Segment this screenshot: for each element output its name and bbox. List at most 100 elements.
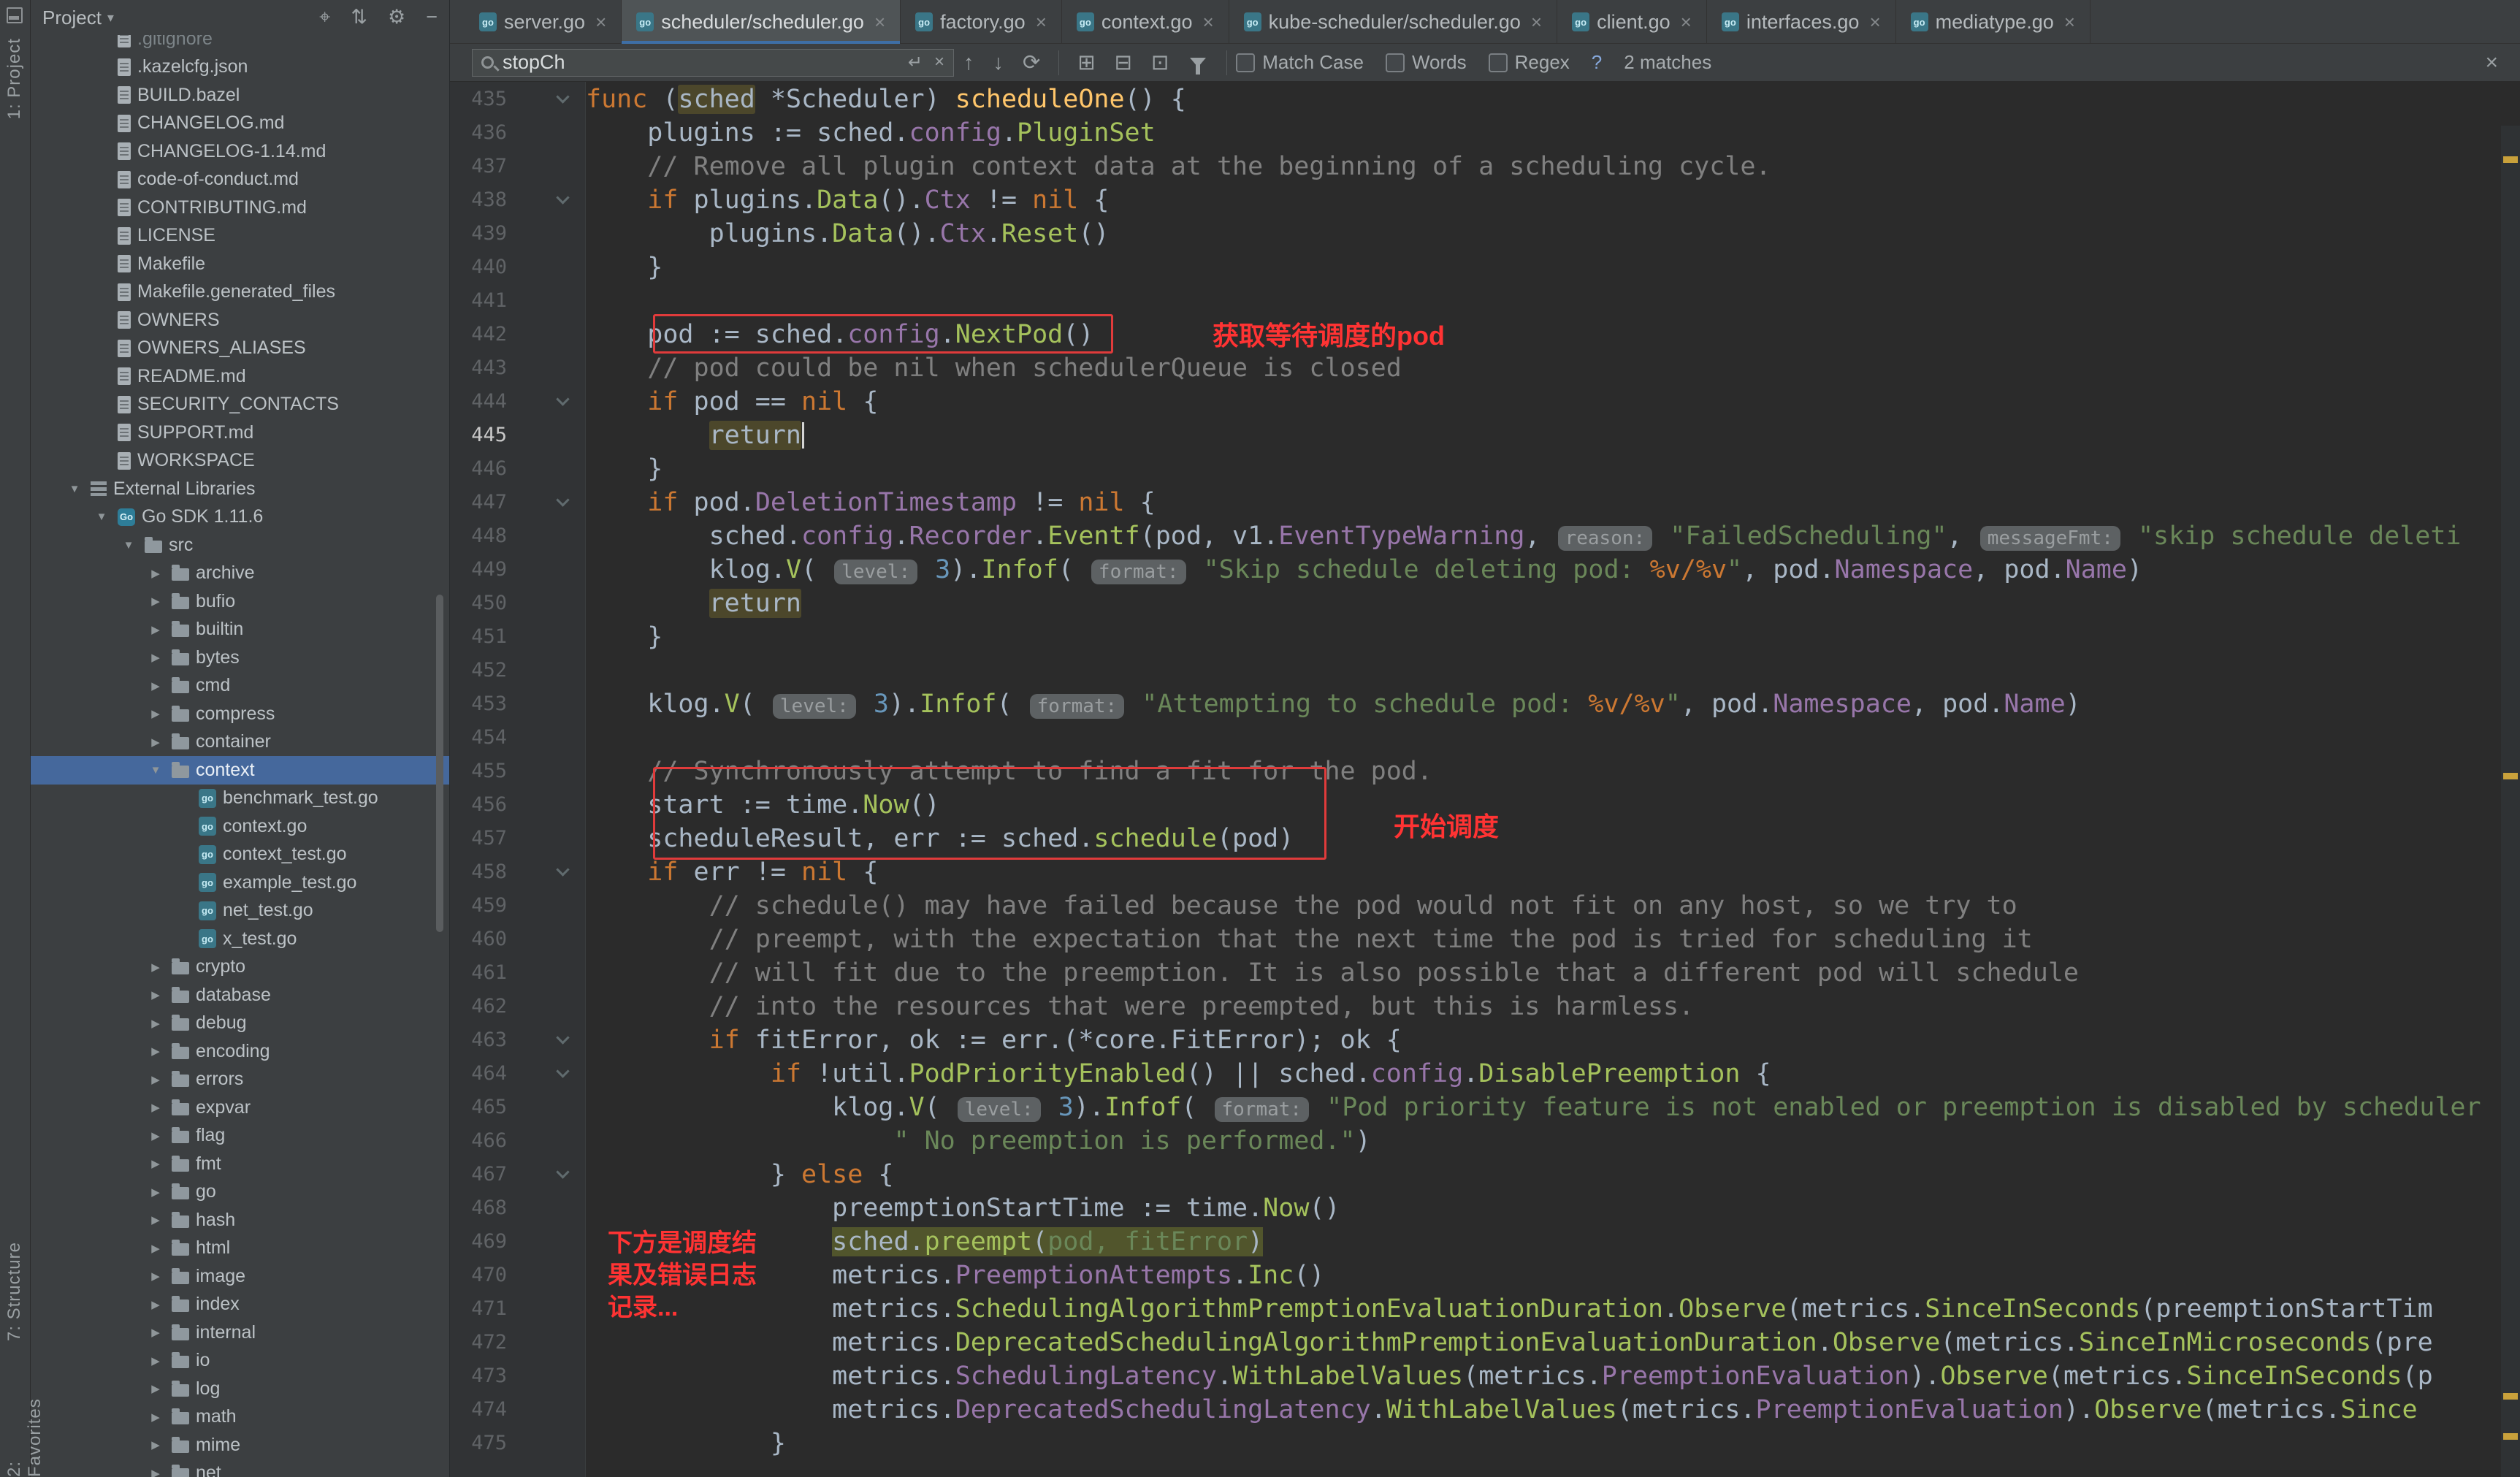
editor-tab-interfaces.go[interactable]: gointerfaces.go×	[1707, 0, 1896, 44]
settings-gear-icon[interactable]: ⚙	[388, 6, 405, 29]
expand-arrow-icon[interactable]: ▶	[146, 1467, 165, 1477]
regex-checkbox[interactable]: Regex	[1489, 51, 1570, 74]
fold-chevron-icon[interactable]	[556, 1165, 569, 1178]
tree-item-net_test.go[interactable]: gonet_test.go	[31, 897, 449, 925]
expand-arrow-icon[interactable]: ▶	[146, 567, 165, 580]
code-line-450[interactable]: 450 return	[450, 587, 2520, 620]
tree-item-html[interactable]: ▶html	[31, 1234, 449, 1263]
code-line-466[interactable]: 466 " No preemption is performed.")	[450, 1124, 2520, 1158]
tree-item-SUPPORT.md[interactable]: SUPPORT.md	[31, 419, 449, 447]
tree-item-container[interactable]: ▶container	[31, 728, 449, 757]
close-tab-icon[interactable]: ×	[2064, 11, 2075, 34]
code-line-443[interactable]: 443 // pod could be nil when schedulerQu…	[450, 351, 2520, 385]
expand-arrow-icon[interactable]: ▶	[146, 1045, 165, 1058]
tree-item-bufio[interactable]: ▶bufio	[31, 587, 449, 616]
tree-item-CHANGELOG-1.14.md[interactable]: CHANGELOG-1.14.md	[31, 137, 449, 166]
close-tab-icon[interactable]: ×	[1681, 11, 1692, 34]
expand-arrow-icon[interactable]: ▶	[146, 707, 165, 720]
expand-arrow-icon[interactable]: ▶	[146, 651, 165, 664]
expand-arrow-icon[interactable]: ▶	[146, 1298, 165, 1311]
expand-arrow-icon[interactable]: ▼	[65, 483, 84, 495]
tree-item-context[interactable]: ▼context	[31, 756, 449, 785]
close-tab-icon[interactable]: ×	[1869, 11, 1880, 34]
error-stripe-mark[interactable]	[2503, 1433, 2518, 1440]
code-line-447[interactable]: 447 if pod.DeletionTimestamp != nil {	[450, 486, 2520, 519]
toolwindow-button-project[interactable]: 1: Project	[4, 38, 25, 119]
tree-item-errors[interactable]: ▶errors	[31, 1066, 449, 1094]
code-line-441[interactable]: 441	[450, 284, 2520, 318]
expand-arrow-icon[interactable]: ▶	[146, 1438, 165, 1451]
fold-chevron-icon[interactable]	[556, 191, 569, 204]
fold-chevron-icon[interactable]	[556, 90, 569, 103]
expand-arrow-icon[interactable]: ▶	[146, 1270, 165, 1283]
expand-arrow-icon[interactable]: ▶	[146, 1326, 165, 1339]
prev-occurrence-icon[interactable]: ↑	[963, 44, 974, 82]
tree-item-log[interactable]: ▶log	[31, 1375, 449, 1403]
code-line-465[interactable]: 465 klog.V( level: 3).Infof( format: "Po…	[450, 1091, 2520, 1124]
tree-item-expvar[interactable]: ▶expvar	[31, 1094, 449, 1122]
close-tab-icon[interactable]: ×	[1531, 11, 1542, 34]
expand-arrow-icon[interactable]: ▶	[146, 1129, 165, 1142]
editor-tab-client.go[interactable]: goclient.go×	[1557, 0, 1707, 44]
tree-item-mime[interactable]: ▶mime	[31, 1431, 449, 1459]
project-view-selector[interactable]: Project ▾	[42, 7, 114, 29]
tree-item-fmt[interactable]: ▶fmt	[31, 1150, 449, 1178]
toolwindow-button-structure[interactable]: 7: Structure	[4, 1242, 25, 1341]
toolwindow-button-favorites[interactable]: 2: Favorites	[4, 1379, 45, 1477]
close-tab-icon[interactable]: ×	[1202, 11, 1213, 34]
expand-arrow-icon[interactable]: ▶	[146, 595, 165, 608]
code-line-458[interactable]: 458 if err != nil {	[450, 855, 2520, 889]
locate-icon[interactable]: ⌖	[319, 6, 330, 29]
code-line-471[interactable]: 471 metrics.SchedulingAlgorithmPremption…	[450, 1292, 2520, 1326]
tree-item-encoding[interactable]: ▶encoding	[31, 1037, 449, 1066]
code-line-454[interactable]: 454	[450, 721, 2520, 755]
fold-chevron-icon[interactable]	[556, 1031, 569, 1044]
code-line-440[interactable]: 440 }	[450, 251, 2520, 284]
expand-arrow-icon[interactable]: ▼	[119, 539, 138, 552]
close-tab-icon[interactable]: ×	[595, 11, 606, 34]
clear-search-icon[interactable]: ×	[934, 52, 944, 73]
tree-item-io[interactable]: ▶io	[31, 1347, 449, 1375]
newline-icon[interactable]: ↵	[908, 52, 923, 73]
error-stripe-mark[interactable]	[2503, 156, 2518, 163]
editor-tab-scheduler/scheduler.go[interactable]: goscheduler/scheduler.go×	[622, 0, 901, 44]
expand-arrow-icon[interactable]: ▶	[146, 1382, 165, 1395]
code-line-453[interactable]: 453 klog.V( level: 3).Infof( format: "At…	[450, 687, 2520, 721]
tree-item-hash[interactable]: ▶hash	[31, 1206, 449, 1234]
editor-tab-mediatype.go[interactable]: gomediatype.go×	[1896, 0, 2091, 44]
tree-item-cmd[interactable]: ▶cmd	[31, 672, 449, 701]
tree-item-compress[interactable]: ▶compress	[31, 700, 449, 728]
close-search-icon[interactable]: ×	[2485, 50, 2498, 75]
editor-tab-factory.go[interactable]: gofactory.go×	[901, 0, 1062, 44]
tree-item-code-of-conduct.md[interactable]: code-of-conduct.md	[31, 166, 449, 194]
code-editor[interactable]: 435func (sched *Scheduler) scheduleOne()…	[450, 82, 2520, 1477]
tree-item-crypto[interactable]: ▶crypto	[31, 953, 449, 982]
match-case-checkbox[interactable]: Match Case	[1236, 51, 1364, 74]
hide-panel-icon[interactable]: −	[426, 6, 438, 29]
expand-arrow-icon[interactable]: ▶	[146, 1017, 165, 1030]
code-line-439[interactable]: 439 plugins.Data().Ctx.Reset()	[450, 217, 2520, 251]
code-line-464[interactable]: 464 if !util.PodPriorityEnabled() || sch…	[450, 1057, 2520, 1091]
code-line-468[interactable]: 468 preemptionStartTime := time.Now()	[450, 1191, 2520, 1225]
code-line-469[interactable]: 469 sched.preempt(pod, fitError)	[450, 1225, 2520, 1259]
code-line-451[interactable]: 451 }	[450, 620, 2520, 654]
code-line-446[interactable]: 446 }	[450, 452, 2520, 486]
tree-item-WORKSPACE[interactable]: WORKSPACE	[31, 447, 449, 476]
tree-item-External Libraries[interactable]: ▼External Libraries	[31, 475, 449, 503]
code-line-462[interactable]: 462 // into the resources that were pree…	[450, 990, 2520, 1023]
code-line-435[interactable]: 435func (sched *Scheduler) scheduleOne()…	[450, 83, 2520, 116]
remove-occurrence-icon[interactable]: ⊟	[1115, 44, 1132, 82]
tree-item-internal[interactable]: ▶internal	[31, 1318, 449, 1347]
fold-chevron-icon[interactable]	[556, 493, 569, 506]
expand-arrow-icon[interactable]: ▶	[146, 1411, 165, 1424]
expand-arrow-icon[interactable]: ▶	[146, 961, 165, 974]
code-line-470[interactable]: 470 metrics.PreemptionAttempts.Inc()	[450, 1259, 2520, 1292]
tree-item-Go SDK 1.11.6[interactable]: ▼GoGo SDK 1.11.6	[31, 503, 449, 532]
tree-item-builtin[interactable]: ▶builtin	[31, 616, 449, 644]
next-occurrence-icon[interactable]: ↓	[993, 44, 1004, 82]
tree-item-.kazelcfg.json[interactable]: .kazelcfg.json	[31, 53, 449, 82]
code-line-475[interactable]: 475 }	[450, 1427, 2520, 1460]
code-line-461[interactable]: 461 // will fit due to the preemption. I…	[450, 956, 2520, 990]
code-line-438[interactable]: 438 if plugins.Data().Ctx != nil {	[450, 183, 2520, 217]
tree-item-database[interactable]: ▶database	[31, 981, 449, 1010]
